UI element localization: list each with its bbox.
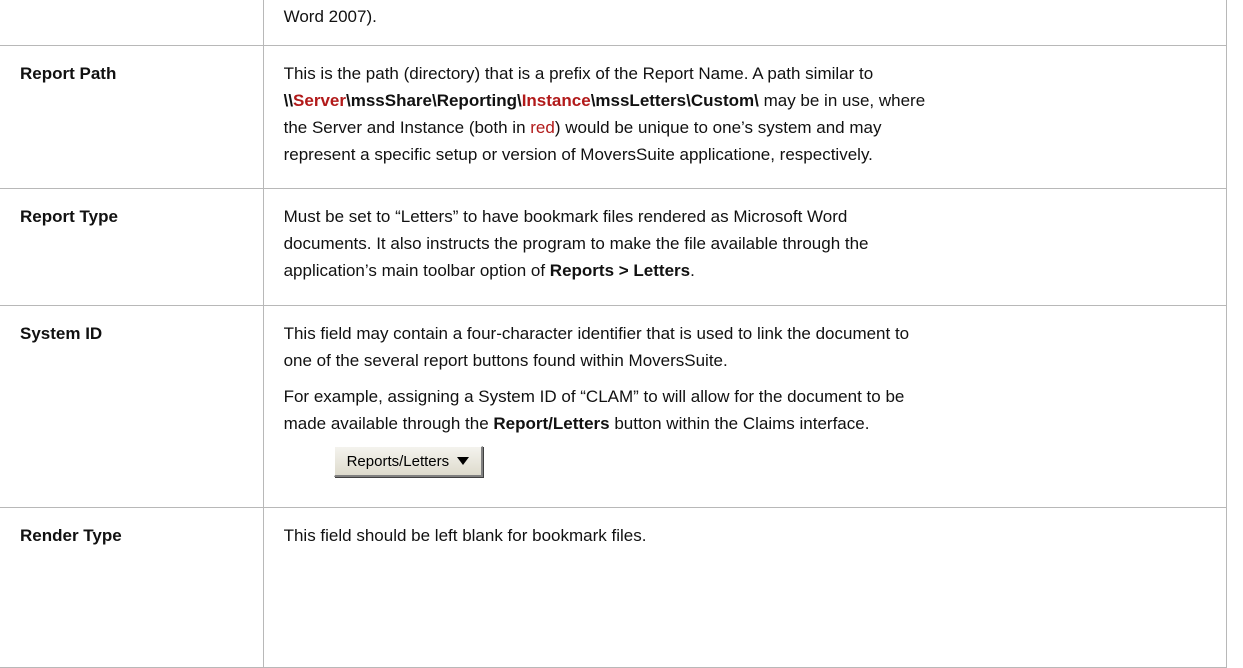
description-text: Word 2007).: [283, 7, 377, 26]
description-line: one of the several report buttons found …: [283, 351, 728, 370]
description-line: For example, assigning a System ID of “C…: [283, 387, 905, 406]
description-fragment: button within the Claims interface.: [609, 414, 870, 433]
table-row: Word 2007).: [0, 0, 1228, 46]
path-segment: \mssShare\Reporting\: [345, 91, 522, 110]
table-row: System ID This field may contain a four-…: [0, 305, 1228, 508]
field-name: Report Path: [20, 64, 117, 83]
reports-letters-button-label: Reports/Letters: [346, 452, 450, 470]
table-row: Render Type This field should be left bl…: [0, 507, 1228, 668]
field-name-cell: System ID: [0, 305, 264, 508]
description-line: application’s main toolbar option of Rep…: [284, 257, 1216, 284]
field-name-cell: [0, 0, 264, 46]
field-definition-table: Word 2007). Report Path This is the path…: [0, 0, 1228, 668]
table-row: Report Type Must be set to “Letters” to …: [0, 188, 1228, 306]
description-paragraph: This field may contain a four-character …: [284, 320, 1216, 374]
description-text: This field should be left blank for book…: [283, 526, 647, 545]
description-line: Must be set to “Letters” to have bookmar…: [283, 207, 848, 226]
description-cell: This field should be left blank for book…: [262, 507, 1228, 668]
description-fragment: made available through the: [283, 414, 494, 433]
field-name: System ID: [20, 324, 103, 343]
description-fragment: may be in use, where: [758, 91, 926, 110]
path-segment: \mssLetters\Custom\: [590, 91, 759, 110]
field-name-cell: Render Type: [0, 507, 264, 668]
path-instance: Instance: [521, 91, 591, 110]
description-line: the Server and Instance (both in red) wo…: [284, 114, 1216, 141]
description-line: made available through the Report/Letter…: [284, 410, 1216, 437]
description-line: This is the path (directory) that is a p…: [283, 64, 874, 83]
description-cell: Must be set to “Letters” to have bookmar…: [262, 188, 1228, 306]
field-name: Report Type: [20, 207, 118, 226]
button-reference: Report/Letters: [493, 414, 610, 433]
description-fragment: .: [690, 261, 695, 280]
description-fragment: ) would be unique to one’s system and ma…: [554, 118, 882, 137]
description-line: represent a specific setup or version of…: [283, 145, 873, 164]
path-segment: \\: [283, 91, 294, 110]
menu-path: Reports > Letters: [549, 261, 691, 280]
table-row: Report Path This is the path (directory)…: [0, 45, 1228, 189]
field-name-cell: Report Type: [0, 188, 264, 306]
description-fragment: the Server and Instance (both in: [283, 118, 531, 137]
description-line: This field may contain a four-character …: [283, 324, 910, 343]
description-cell: This field may contain a four-character …: [262, 305, 1228, 508]
description-fragment: application’s main toolbar option of: [283, 261, 550, 280]
description-cell: This is the path (directory) that is a p…: [262, 45, 1228, 189]
red-word: red: [530, 118, 555, 137]
field-name-cell: Report Path: [0, 45, 264, 189]
description-cell: Word 2007).: [262, 0, 1228, 46]
field-name: Render Type: [20, 526, 122, 545]
description-line: documents. It also instructs the program…: [283, 234, 869, 253]
caret-down-icon: [457, 457, 470, 465]
description-paragraph: For example, assigning a System ID of “C…: [284, 383, 1216, 437]
path-server: Server: [293, 91, 346, 110]
description-line: \\Server\mssShare\Reporting\Instance\mss…: [284, 87, 1216, 114]
reports-letters-button[interactable]: Reports/Letters: [333, 446, 484, 477]
